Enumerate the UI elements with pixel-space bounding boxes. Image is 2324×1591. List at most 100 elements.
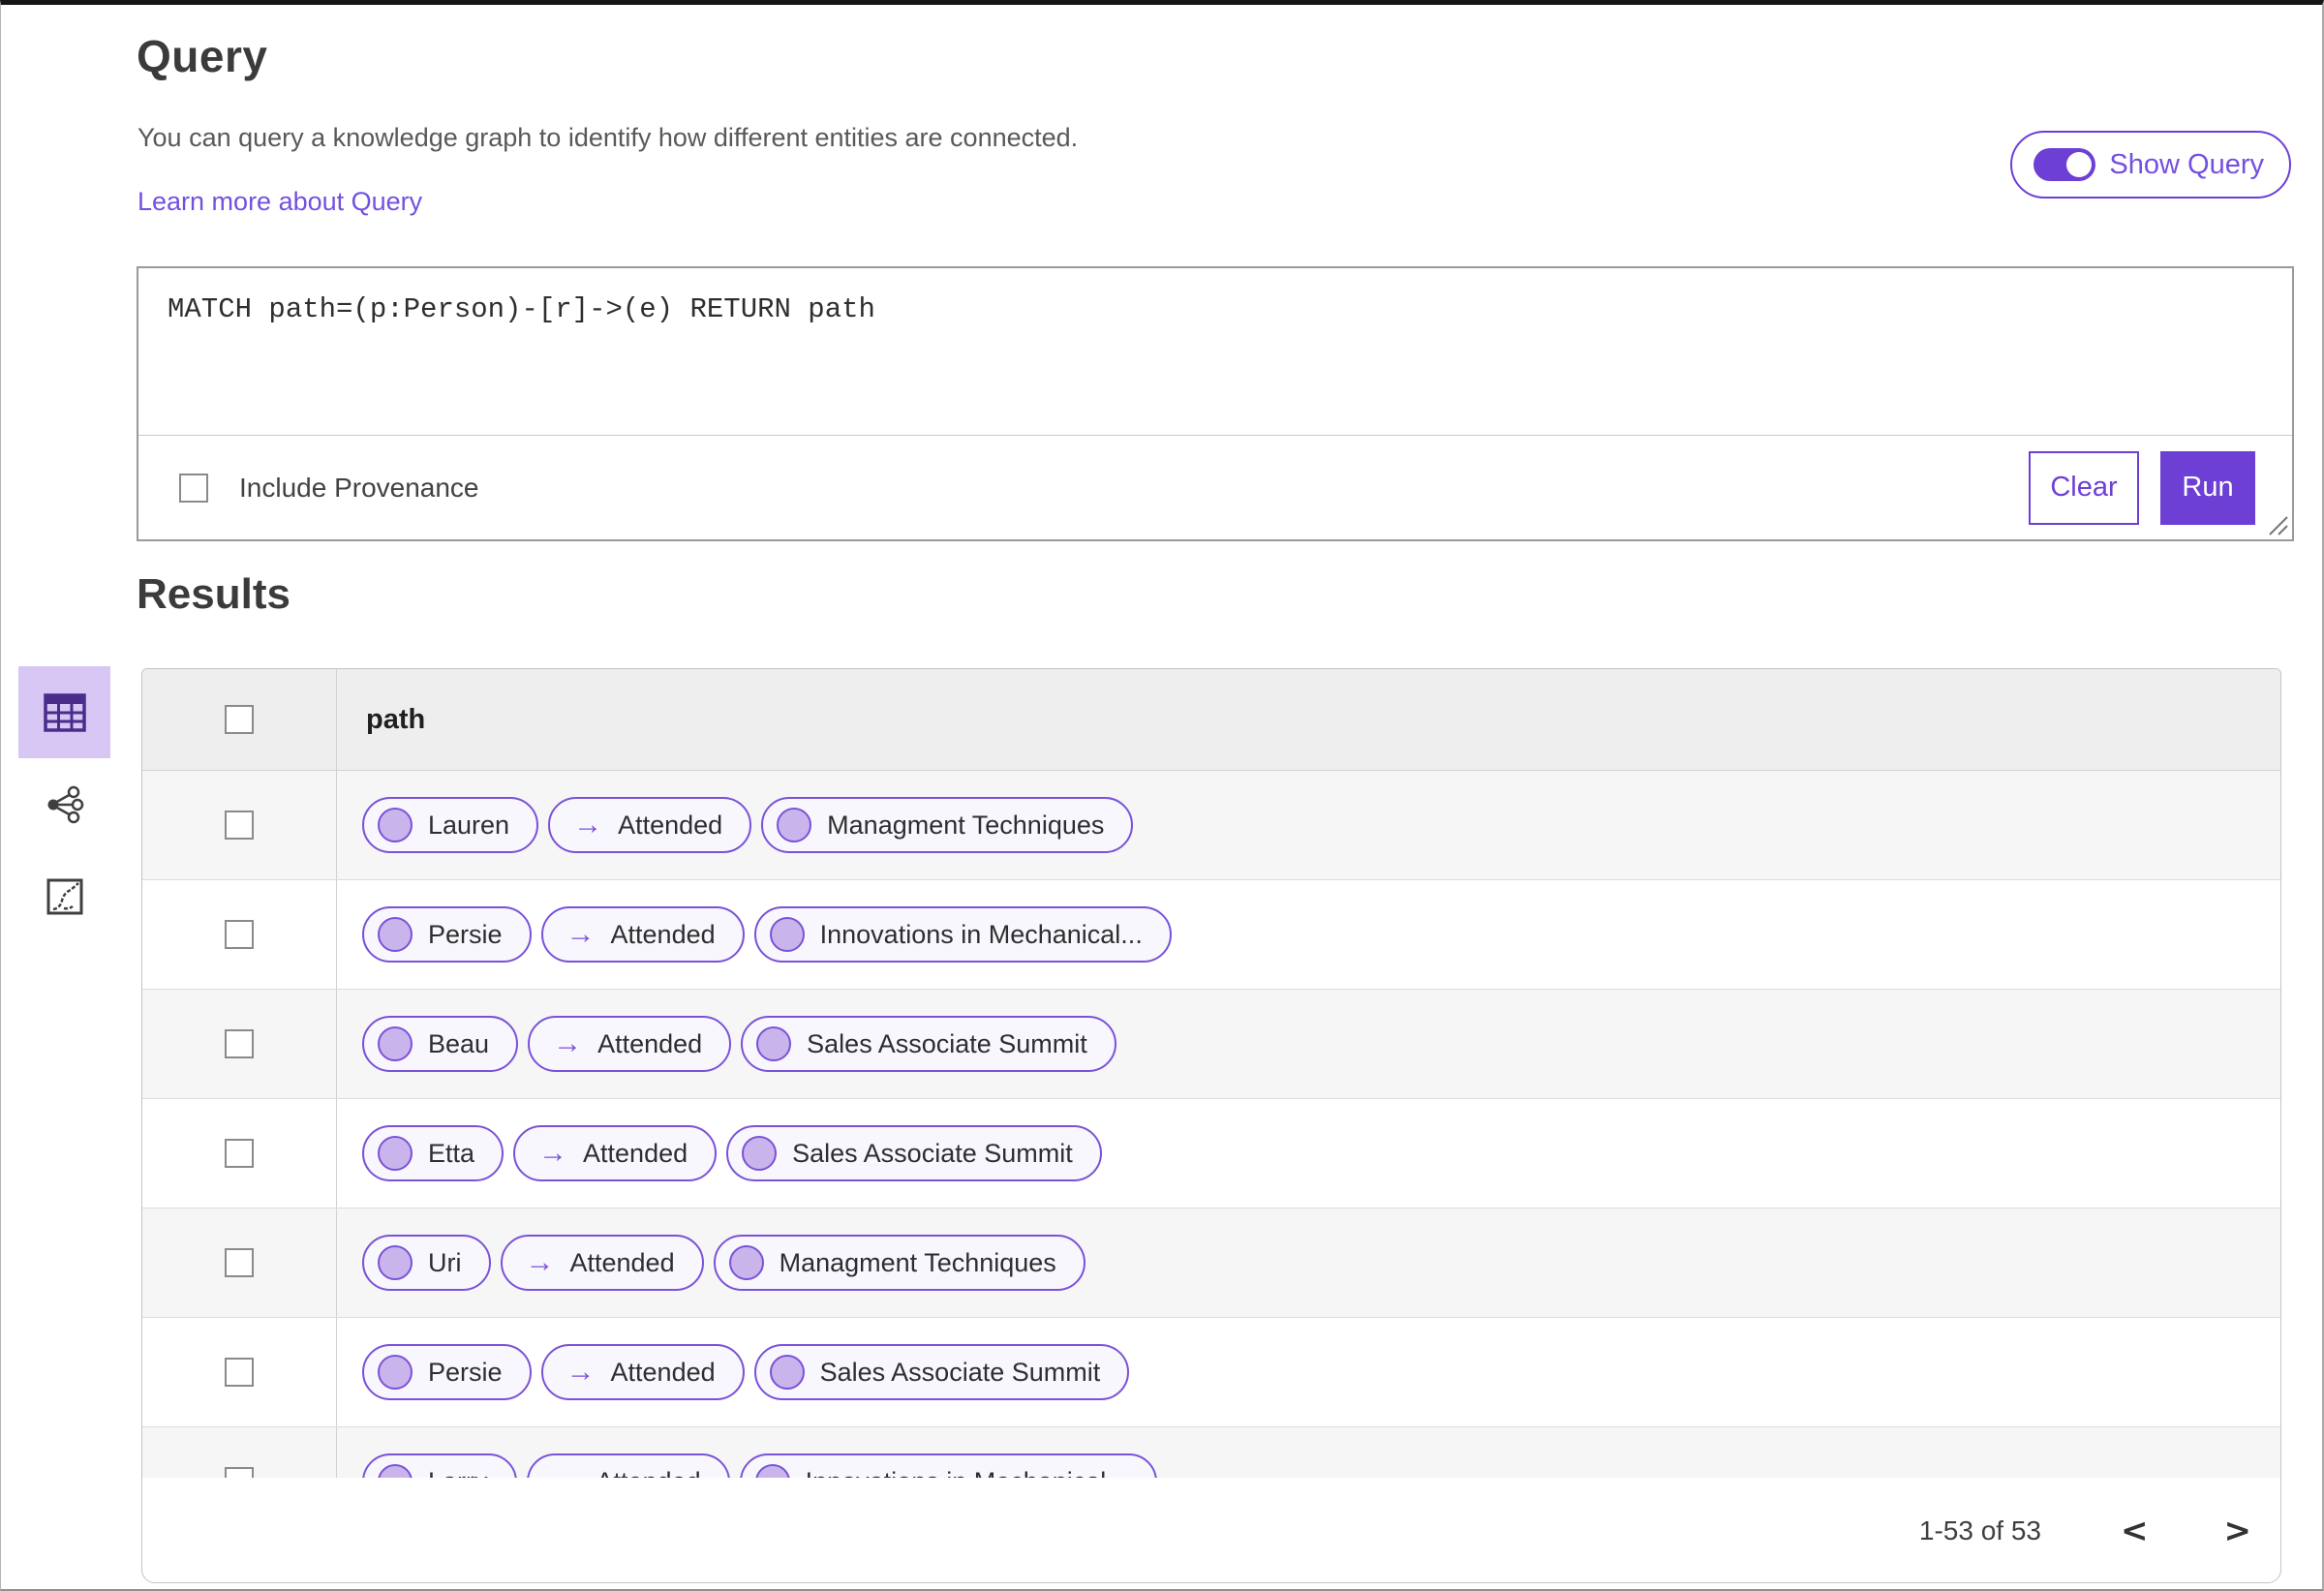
results-scroll-area[interactable]: path Lauren → Attended Managment Techniq… [142, 669, 2280, 1478]
arrow-right-icon: → [552, 1465, 581, 1478]
node-circle-icon [754, 1464, 790, 1478]
query-page: Query You can query a knowledge graph to… [0, 0, 2324, 1591]
table-row[interactable]: Uri → Attended Managment Techniques [142, 1209, 2280, 1318]
chart-view-button[interactable] [18, 850, 110, 942]
show-query-label: Show Query [2109, 148, 2264, 180]
arrow-right-icon: → [538, 1137, 568, 1169]
row-target-label: Sales Associate Summit [807, 1028, 1087, 1058]
resize-grip-icon[interactable] [2264, 511, 2289, 536]
table-row[interactable]: Beau → Attended Sales Associate Summit [142, 990, 2280, 1099]
arrow-right-icon: → [566, 918, 596, 950]
query-textarea[interactable]: MATCH path=(p:Person)-[r]->(e) RETURN pa… [138, 268, 2292, 436]
row-target-label: Sales Associate Summit [819, 1357, 1101, 1387]
row-source-label: Etta [428, 1138, 475, 1168]
clear-button[interactable]: Clear [2029, 450, 2139, 525]
include-provenance-label: Include Provenance [239, 472, 479, 503]
view-switcher [18, 666, 110, 942]
row-edge-label: Attended [569, 1247, 675, 1277]
row-target-label: Sales Associate Summit [792, 1138, 1073, 1168]
run-button[interactable]: Run [2160, 450, 2255, 525]
edge-pill[interactable]: → Attended [500, 1235, 704, 1291]
source-node-pill[interactable]: Uri [362, 1235, 491, 1291]
pagination-range: 1-53 of 53 [1918, 1515, 2041, 1545]
graph-icon [47, 785, 83, 823]
target-node-pill[interactable]: Innovations in Mechanical... [739, 1453, 1157, 1479]
table-row[interactable]: Persie → Attended Innovations in Mechani… [142, 880, 2280, 990]
row-checkbox[interactable] [225, 1029, 254, 1058]
select-all-checkbox[interactable] [225, 705, 254, 734]
node-circle-icon [777, 808, 812, 842]
node-circle-icon [769, 1355, 805, 1390]
row-checkbox[interactable] [225, 1358, 254, 1387]
toggle-knob [2066, 152, 2093, 177]
row-source-label: Lauren [428, 810, 510, 840]
table-icon [43, 692, 86, 732]
target-node-pill[interactable]: Sales Associate Summit [726, 1125, 1102, 1181]
results-panel: path Lauren → Attended Managment Techniq… [141, 668, 2281, 1583]
node-circle-icon [769, 917, 805, 952]
show-query-toggle[interactable]: Show Query [2010, 131, 2291, 199]
node-circle-icon [378, 917, 413, 952]
source-node-pill[interactable]: Lauren [362, 797, 539, 853]
toggle-on-icon[interactable] [2034, 148, 2096, 181]
target-node-pill[interactable]: Managment Techniques [713, 1235, 1086, 1291]
include-provenance-checkbox[interactable] [179, 473, 208, 503]
source-node-pill[interactable]: Etta [362, 1125, 505, 1181]
row-target-label: Innovations in Mechanical... [806, 1467, 1128, 1479]
query-footer: Include Provenance Clear Run [138, 436, 2292, 539]
query-editor: MATCH path=(p:Person)-[r]->(e) RETURN pa… [137, 266, 2294, 541]
arrow-right-icon: → [553, 1027, 583, 1059]
row-checkbox[interactable] [225, 811, 254, 840]
node-circle-icon [378, 808, 413, 842]
edge-pill[interactable]: → Attended [513, 1125, 718, 1181]
page-title: Query [137, 31, 268, 81]
row-checkbox[interactable] [225, 1248, 254, 1277]
table-row[interactable]: Persie → Attended Sales Associate Summit [142, 1318, 2280, 1427]
table-header-row: path [142, 669, 2280, 771]
graph-view-button[interactable] [18, 758, 110, 850]
source-node-pill[interactable]: Larry [362, 1453, 517, 1478]
row-checkbox[interactable] [225, 1139, 254, 1168]
target-node-pill[interactable]: Innovations in Mechanical... [753, 906, 1172, 963]
target-node-pill[interactable]: Managment Techniques [761, 797, 1134, 853]
row-edge-label: Attended [597, 1028, 703, 1058]
node-circle-icon [378, 1136, 413, 1171]
row-source-label: Persie [428, 919, 503, 949]
node-circle-icon [728, 1245, 764, 1280]
edge-pill[interactable]: → Attended [540, 1344, 745, 1400]
node-circle-icon [742, 1136, 778, 1171]
next-page-icon[interactable]: > [2224, 1515, 2252, 1547]
edge-pill[interactable]: → Attended [528, 1016, 732, 1072]
target-node-pill[interactable]: Sales Associate Summit [753, 1344, 1130, 1400]
source-node-pill[interactable]: Persie [362, 906, 532, 963]
row-target-label: Managment Techniques [779, 1247, 1056, 1277]
edge-pill[interactable]: → Attended [548, 797, 752, 853]
row-checkbox[interactable] [225, 1467, 254, 1478]
node-circle-icon [378, 1245, 413, 1280]
row-edge-label: Attended [596, 1467, 701, 1479]
row-source-label: Larry [428, 1467, 488, 1479]
target-node-pill[interactable]: Sales Associate Summit [741, 1016, 1116, 1072]
table-row[interactable]: Larry → Attended Innovations in Mechanic… [142, 1427, 2280, 1478]
table-row[interactable]: Lauren → Attended Managment Techniques [142, 771, 2280, 880]
row-edge-label: Attended [610, 919, 716, 949]
table-view-button[interactable] [18, 666, 110, 758]
row-edge-label: Attended [618, 810, 723, 840]
node-circle-icon [756, 1026, 792, 1061]
source-node-pill[interactable]: Persie [362, 1344, 532, 1400]
learn-more-link[interactable]: Learn more about Query [138, 187, 422, 217]
pagination-bar: 1-53 of 53 < > [142, 1478, 2280, 1582]
edge-pill[interactable]: → Attended [526, 1453, 730, 1479]
page-description: You can query a knowledge graph to ident… [138, 123, 1079, 152]
table-row[interactable]: Etta → Attended Sales Associate Summit [142, 1099, 2280, 1209]
row-checkbox[interactable] [225, 920, 254, 949]
arrow-right-icon: → [566, 1356, 596, 1388]
node-circle-icon [378, 1026, 413, 1061]
row-target-label: Managment Techniques [827, 810, 1105, 840]
arrow-right-icon: → [525, 1246, 555, 1278]
row-source-label: Uri [428, 1247, 462, 1277]
node-circle-icon [378, 1464, 413, 1478]
previous-page-icon[interactable]: < [2121, 1515, 2149, 1547]
edge-pill[interactable]: → Attended [540, 906, 745, 963]
source-node-pill[interactable]: Beau [362, 1016, 519, 1072]
